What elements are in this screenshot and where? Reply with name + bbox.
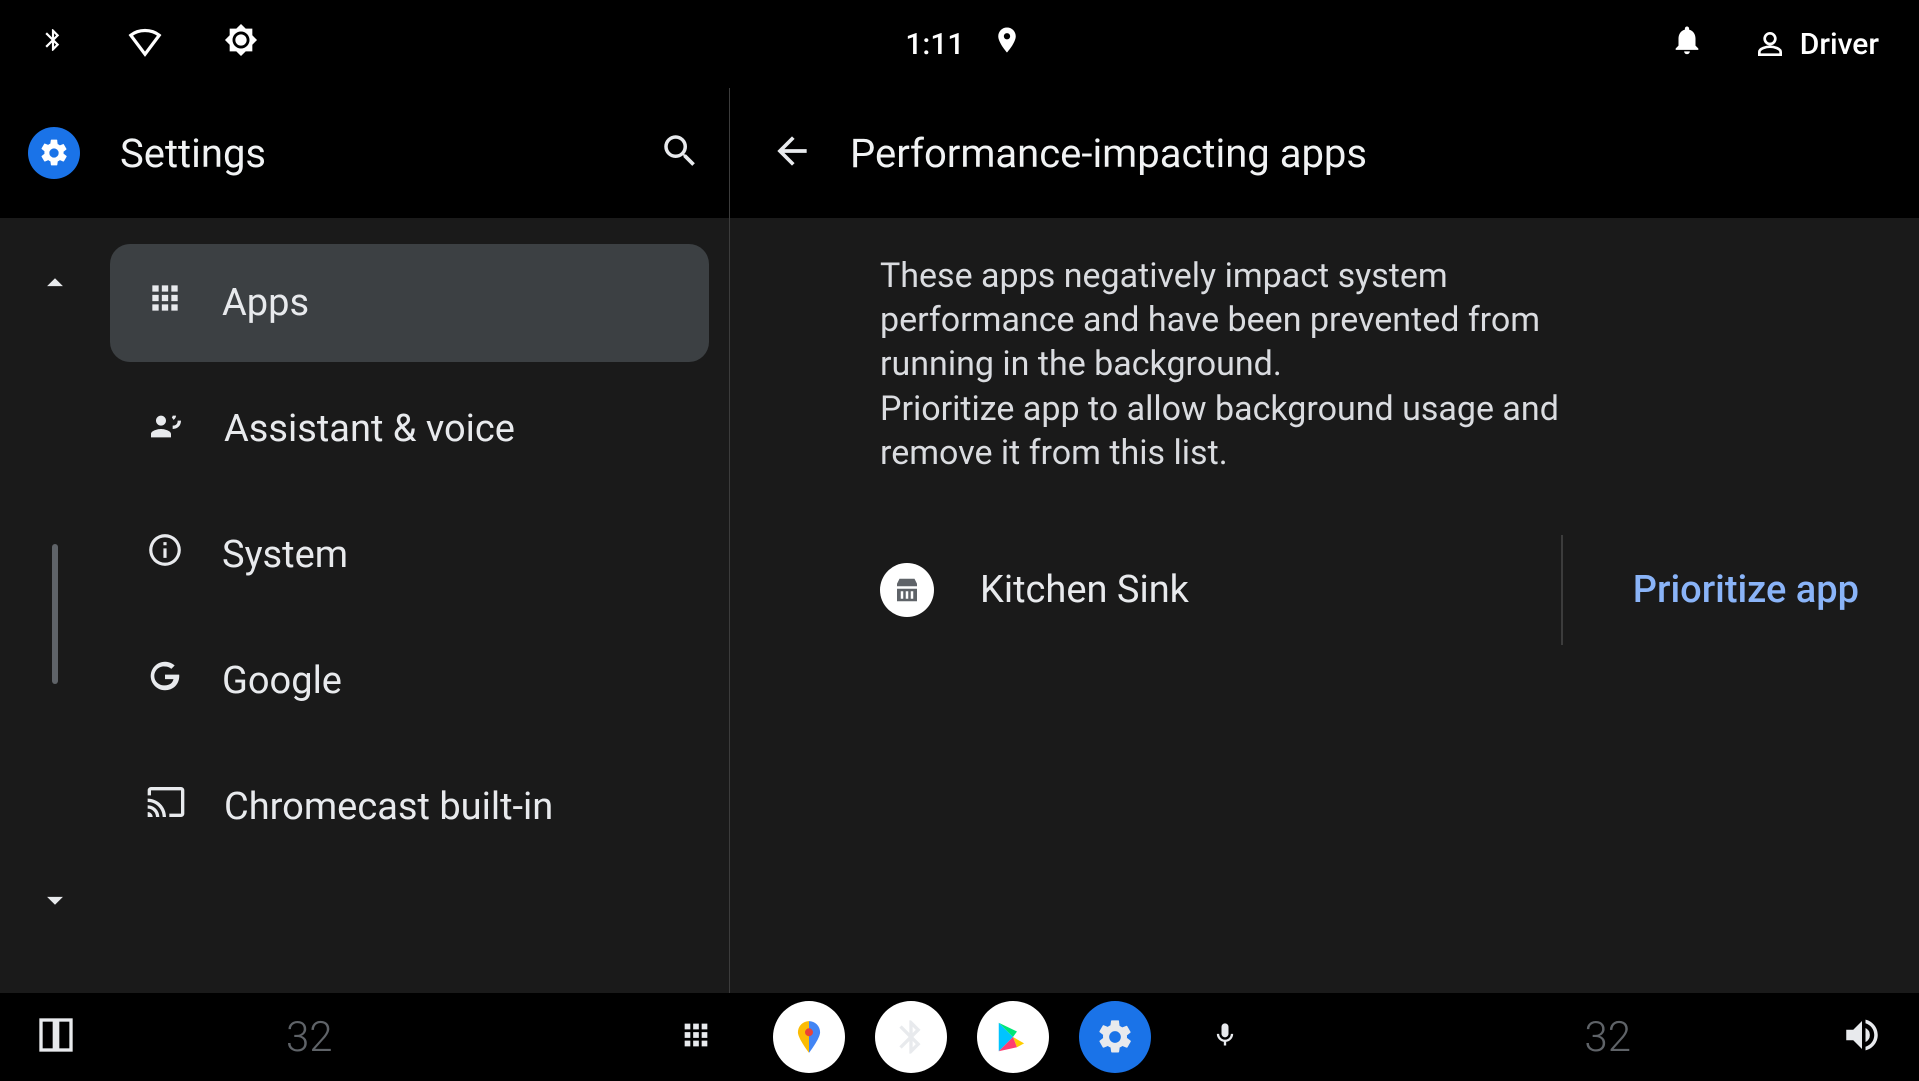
scroll-up-icon[interactable] xyxy=(36,264,74,306)
app-row: Kitchen Sink Prioritize app xyxy=(880,535,1859,645)
apps-icon xyxy=(146,279,184,327)
temp-right[interactable]: 32 xyxy=(1584,1013,1631,1062)
status-bar-right: Driver xyxy=(1670,21,1879,67)
app-grid-icon[interactable] xyxy=(679,1018,713,1056)
scroll-down-icon[interactable] xyxy=(36,881,74,923)
nav-item-chromecast[interactable]: Chromecast built-in xyxy=(110,748,709,866)
right-header: Performance-impacting apps xyxy=(730,88,1919,218)
dock-maps-icon[interactable] xyxy=(773,1001,845,1073)
prioritize-button[interactable]: Prioritize app xyxy=(1633,568,1859,612)
nav-label: Apps xyxy=(222,281,309,325)
status-bar: 1:11 Driver xyxy=(0,0,1919,88)
back-button[interactable] xyxy=(770,129,814,177)
nav-item-system[interactable]: System xyxy=(110,496,709,614)
bell-icon[interactable] xyxy=(1670,21,1704,67)
dock-bluetooth-icon[interactable] xyxy=(875,1001,947,1073)
right-pane: Performance-impacting apps These apps ne… xyxy=(730,88,1919,993)
content-area: Settings Apps xyxy=(0,88,1919,993)
user-name: Driver xyxy=(1800,27,1879,62)
scroll-arrows xyxy=(0,218,110,993)
navbar-right: 32 xyxy=(1584,1013,1883,1062)
temp-left[interactable]: 32 xyxy=(286,1013,333,1062)
app-icon xyxy=(880,563,934,617)
brightness-icon xyxy=(224,23,258,65)
clock-time: 1:11 xyxy=(905,27,964,62)
left-title: Settings xyxy=(120,130,619,177)
nav-label: Chromecast built-in xyxy=(224,785,553,829)
wifi-icon xyxy=(126,21,164,67)
navbar-center xyxy=(333,1001,1585,1073)
dashboard-icon[interactable] xyxy=(36,1015,76,1059)
nav-item-assistant[interactable]: Assistant & voice xyxy=(110,370,709,488)
mic-icon[interactable] xyxy=(1211,1017,1239,1057)
left-pane: Settings Apps xyxy=(0,88,730,993)
nav-label: Assistant & voice xyxy=(224,407,515,451)
status-bar-center: 1:11 xyxy=(258,23,1670,65)
left-scroll-area: Apps Assistant & voice System xyxy=(0,218,729,993)
right-body: These apps negatively impact system perf… xyxy=(730,218,1919,993)
settings-app-icon xyxy=(28,127,80,179)
nav-item-google[interactable]: Google xyxy=(110,622,709,740)
dock-settings-icon[interactable] xyxy=(1079,1001,1151,1073)
bluetooth-icon xyxy=(40,21,66,67)
location-icon xyxy=(992,23,1022,65)
google-icon xyxy=(146,657,184,705)
right-title: Performance-impacting apps xyxy=(850,130,1367,177)
dock-play-icon[interactable] xyxy=(977,1001,1049,1073)
nav-label: System xyxy=(222,533,348,577)
volume-icon[interactable] xyxy=(1841,1014,1883,1060)
left-header: Settings xyxy=(0,88,729,218)
nav-label: Google xyxy=(222,659,342,703)
user-profile[interactable]: Driver xyxy=(1754,27,1879,62)
navbar-left: 32 xyxy=(36,1013,333,1062)
cast-icon xyxy=(146,782,186,832)
vertical-divider xyxy=(1561,535,1563,645)
nav-items: Apps Assistant & voice System xyxy=(110,218,729,993)
search-button[interactable] xyxy=(659,130,701,176)
description-text: These apps negatively impact system perf… xyxy=(880,254,1640,475)
scroll-track[interactable] xyxy=(52,544,58,684)
status-bar-left xyxy=(40,21,258,67)
nav-bar: 32 32 xyxy=(0,993,1919,1081)
info-icon xyxy=(146,531,184,579)
app-entry[interactable]: Kitchen Sink xyxy=(880,563,1531,617)
voice-icon xyxy=(146,404,186,454)
nav-item-apps[interactable]: Apps xyxy=(110,244,709,362)
app-name: Kitchen Sink xyxy=(980,568,1189,612)
